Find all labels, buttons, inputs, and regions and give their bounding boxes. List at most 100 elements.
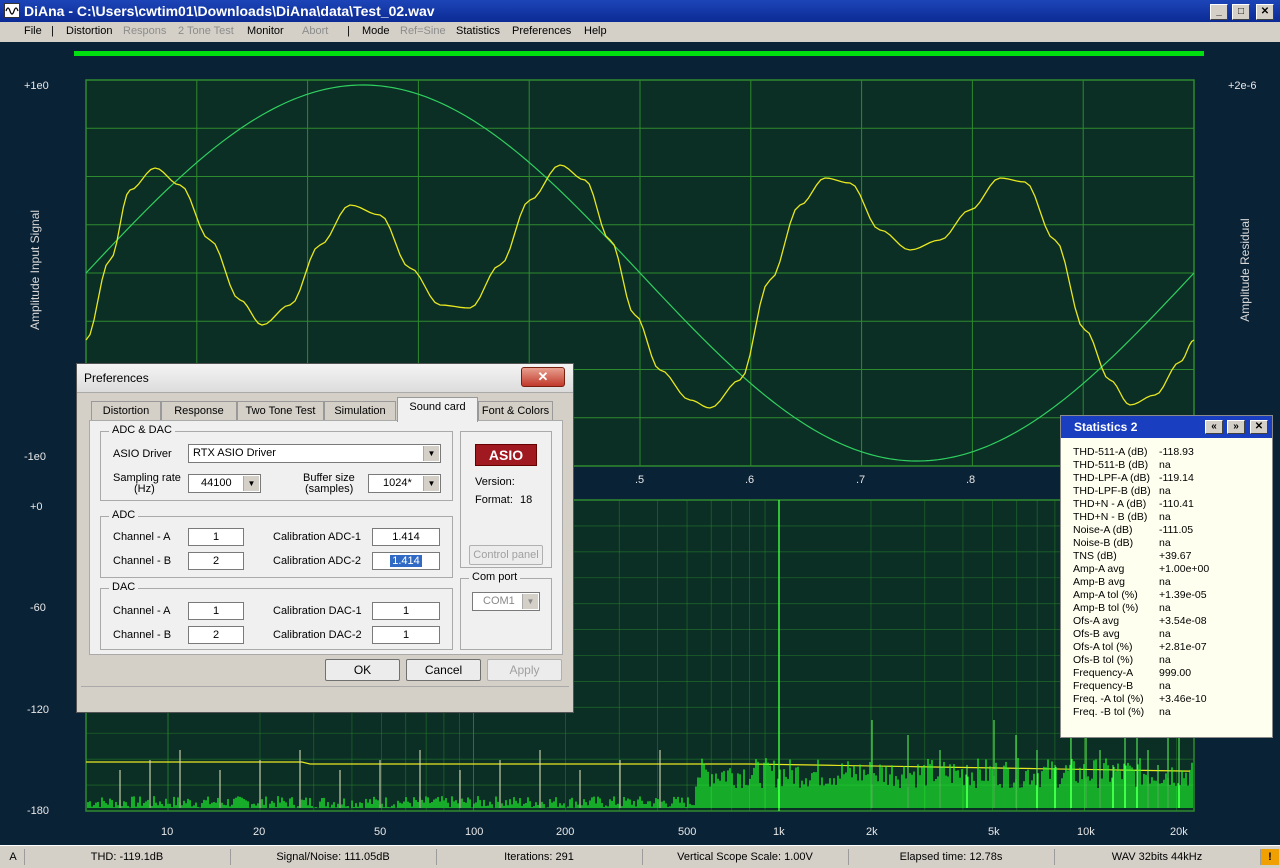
status-elapsed-time: Elapsed time: 12.78s	[848, 849, 1053, 865]
tab-two-tone-test[interactable]: Two Tone Test	[237, 401, 324, 421]
statistics-title-bar[interactable]: Statistics 2 « » ✕	[1061, 416, 1272, 438]
statistics-row: Ofs-A tol (%) +2.81e-07	[1073, 641, 1207, 654]
spectrum-x-tick: 500	[678, 826, 697, 838]
tab-sound-card[interactable]: Sound card	[397, 397, 478, 422]
sampling-rate-select[interactable]: 44100 ▼	[188, 474, 261, 493]
statistics-panel: Statistics 2 « » ✕ THD-511-A (dB) -118.93…	[1060, 415, 1273, 738]
calibration-adc1-input[interactable]: 1.414	[372, 528, 440, 546]
statistics-value: na	[1159, 459, 1171, 471]
ok-button[interactable]: OK	[325, 659, 400, 681]
statistics-value: 999.00	[1159, 667, 1192, 679]
spectrum-y-tick: -120	[27, 704, 50, 716]
statistics-value: +39.67	[1159, 550, 1192, 562]
tab-distortion[interactable]: Distortion	[91, 401, 161, 421]
statistics-row: Frequency-B na	[1073, 680, 1171, 693]
spectrum-x-tick: 100	[465, 826, 484, 838]
scope-x-tick: .7	[856, 474, 866, 486]
spectrum-y-tick: +0	[30, 501, 43, 513]
statistics-value: -110.41	[1159, 498, 1194, 510]
statistics-row: Amp-A avg +1.00e+00	[1073, 563, 1209, 576]
statistics-value: na	[1159, 706, 1171, 718]
statistics-key: Ofs-B tol (%)	[1073, 654, 1134, 666]
adc-channel-b-input[interactable]: 2	[188, 552, 244, 570]
dac-channel-b-label: Channel - B	[113, 629, 172, 641]
statistics-key: TNS (dB)	[1073, 550, 1117, 562]
calibration-dac2-input[interactable]: 1	[372, 626, 440, 644]
statistics-row: Frequency-A 999.00	[1073, 667, 1191, 680]
statistics-key: THD+N - B (dB)	[1073, 511, 1148, 523]
warning-icon: !	[1260, 849, 1279, 865]
cancel-button[interactable]: Cancel	[406, 659, 481, 681]
dialog-divider	[81, 686, 569, 687]
statistics-key: THD-LPF-A (dB)	[1073, 472, 1151, 484]
statistics-key: THD-LPF-B (dB)	[1073, 485, 1151, 497]
statistics-key: Amp-A avg	[1073, 563, 1125, 575]
com-port-select[interactable]: COM1 ▼	[472, 592, 540, 611]
scope-y-top-label: +1e0	[24, 80, 49, 92]
adc-channel-b-label: Channel - B	[113, 555, 172, 567]
tab-font-colors[interactable]: Font & Colors	[478, 401, 553, 421]
status-channel: A	[9, 851, 17, 863]
spectrum-x-tick: 5k	[988, 826, 1000, 838]
tab-simulation[interactable]: Simulation	[324, 401, 396, 421]
format-value: 18	[520, 494, 533, 506]
calibration-dac1-input[interactable]: 1	[372, 602, 440, 620]
format-label: Format:	[475, 494, 513, 506]
adc-dac-group-label: ADC & DAC	[109, 424, 175, 436]
buffer-size-select[interactable]: 1024* ▼	[368, 474, 441, 493]
chevron-down-icon: ▼	[423, 446, 439, 461]
dac-channel-a-input[interactable]: 1	[188, 602, 244, 620]
asio-driver-value: RTX ASIO Driver	[193, 447, 276, 459]
adc-channel-a-input[interactable]: 1	[188, 528, 244, 546]
control-panel-button[interactable]: Control panel	[469, 545, 543, 565]
sampling-rate-unit: (Hz)	[134, 483, 155, 495]
statistics-row: Noise-B (dB) na	[1073, 537, 1171, 550]
statistics-row: Ofs-B avg na	[1073, 628, 1171, 641]
com-port-value: COM1	[483, 595, 515, 607]
com-port-group: Com port COM1 ▼	[460, 571, 552, 650]
calibration-adc2-input[interactable]: 1.414	[372, 552, 440, 570]
statistics-row: Amp-B avg na	[1073, 576, 1171, 589]
statistics-row: THD+N - B (dB) na	[1073, 511, 1171, 524]
calibration-adc2-value: 1.414	[390, 555, 422, 567]
spectrum-y-tick: -180	[27, 805, 50, 817]
statistics-value: na	[1159, 511, 1171, 523]
spectrum-y-tick: -60	[30, 602, 46, 614]
calibration-dac2-label: Calibration DAC-2	[273, 629, 362, 641]
statistics-value: +3.54e-08	[1159, 615, 1207, 627]
spectrum-x-tick: 1k	[773, 826, 785, 838]
apply-button[interactable]: Apply	[487, 659, 562, 681]
statistics-key: THD+N - A (dB)	[1073, 498, 1147, 510]
statistics-row: THD-LPF-A (dB) -119.14	[1073, 472, 1194, 485]
status-bar: A THD: -119.1dB Signal/Noise: 111.05dB I…	[0, 845, 1280, 868]
scope-y-right-top-label: +2e-6	[1228, 80, 1257, 92]
expand-right-icon[interactable]: »	[1227, 420, 1245, 434]
sampling-rate-value: 44100	[201, 477, 232, 489]
statistics-value: na	[1159, 628, 1171, 640]
preferences-title: Preferences	[84, 371, 149, 385]
tab-response[interactable]: Response	[161, 401, 237, 421]
asio-info-group: ASIO Version: Format: 18 Control panel	[460, 431, 552, 568]
spectrum-x-tick: 20	[253, 826, 266, 838]
calibration-adc2-label: Calibration ADC-2	[273, 555, 362, 567]
close-icon[interactable]: ✕	[1250, 420, 1268, 434]
dac-channel-b-input[interactable]: 2	[188, 626, 244, 644]
chevron-down-icon: ▼	[522, 594, 538, 609]
statistics-value: na	[1159, 602, 1171, 614]
statistics-value: -111.05	[1159, 524, 1194, 536]
statistics-row: TNS (dB) +39.67	[1073, 550, 1191, 563]
collapse-left-icon[interactable]: «	[1205, 420, 1223, 434]
statistics-key: Noise-A (dB)	[1073, 524, 1133, 536]
dac-group-label: DAC	[109, 581, 139, 593]
scope-right-axis-label: Amplitude Residual	[1238, 218, 1252, 322]
spectrum-x-tick: 50	[374, 826, 387, 838]
status-signal-noise: Signal/Noise: 111.05dB	[230, 849, 435, 865]
preferences-close-button[interactable]: ✕	[521, 367, 565, 387]
asio-driver-select[interactable]: RTX ASIO Driver ▼	[188, 444, 441, 463]
statistics-value: +3.46e-10	[1159, 693, 1207, 705]
statistics-value: +1.39e-05	[1159, 589, 1207, 601]
dac-group: DAC Channel - A 1 Calibration DAC-1 1 Ch…	[100, 581, 453, 650]
statistics-value: -119.14	[1159, 472, 1194, 484]
preferences-title-bar[interactable]: Preferences ✕	[77, 364, 573, 393]
chevron-down-icon: ▼	[423, 476, 439, 491]
